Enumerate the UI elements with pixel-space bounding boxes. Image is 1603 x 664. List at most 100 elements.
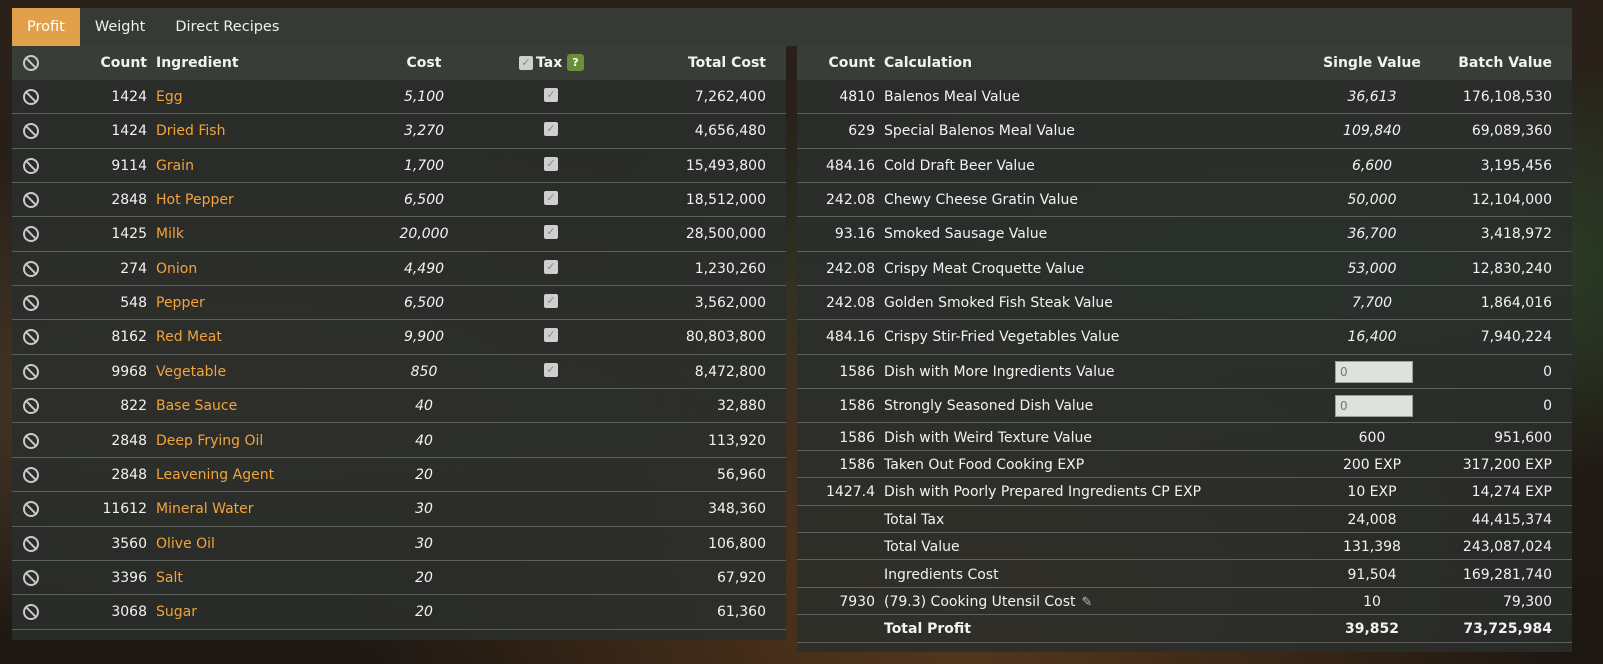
ingredient-name[interactable]: Red Meat: [156, 330, 222, 344]
calc-single-value[interactable]: 36,613: [1307, 90, 1437, 104]
ingredient-name[interactable]: Olive Oil: [156, 537, 215, 551]
tax-checkbox[interactable]: ✓: [544, 362, 558, 377]
calc-row: Ingredients Cost 91,504 169,281,740: [797, 561, 1572, 588]
ingredient-row: 822 Base Sauce 40 32,880: [12, 389, 786, 424]
ban-icon[interactable]: [23, 501, 39, 518]
ingredient-cost[interactable]: 30: [384, 502, 464, 516]
calc-row: 1427.4 Dish with Poorly Prepared Ingredie…: [797, 478, 1572, 506]
calc-row: 629 Special Balenos Meal Value 109,840 69,0…: [797, 114, 1572, 149]
ban-icon[interactable]: [23, 157, 39, 174]
ingredient-total-cost: 113,920: [708, 432, 766, 449]
ingredient-name[interactable]: Vegetable: [156, 365, 226, 379]
ingredient-cost[interactable]: 1,700: [384, 159, 464, 173]
calc-single-value[interactable]: 109,840: [1307, 124, 1437, 138]
tax-checkbox[interactable]: ✓: [544, 328, 558, 343]
tax-help-icon[interactable]: ?: [567, 54, 584, 71]
ingredient-cost[interactable]: 6,500: [384, 193, 464, 207]
calc-single-value: 10 EXP: [1347, 484, 1397, 501]
tax-checkbox[interactable]: ✓: [544, 294, 558, 309]
calc-single-value[interactable]: 16,400: [1307, 330, 1437, 344]
tab-profit[interactable]: Profit: [12, 8, 80, 46]
tax-checkbox[interactable]: ✓: [544, 156, 558, 171]
ban-icon[interactable]: [23, 398, 39, 415]
ban-icon[interactable]: [23, 535, 39, 552]
ingredient-name[interactable]: Base Sauce: [156, 399, 237, 413]
tax-checkbox[interactable]: ✓: [544, 191, 558, 206]
tab-weight[interactable]: Weight: [80, 8, 161, 46]
calc-batch-value: 0: [1543, 363, 1552, 380]
ingredient-cost[interactable]: 20: [384, 468, 464, 482]
tax-checkbox[interactable]: ✓: [544, 122, 558, 137]
ban-icon[interactable]: [23, 329, 39, 346]
ingredient-cost[interactable]: 9,900: [384, 330, 464, 344]
ingredient-name[interactable]: Mineral Water: [156, 502, 254, 516]
calc-single-value-input[interactable]: [1335, 360, 1413, 383]
calc-name: Dish with Weird Texture Value: [884, 431, 1092, 445]
ban-icon[interactable]: [23, 260, 39, 277]
ingredient-cost[interactable]: 5,100: [384, 90, 464, 104]
ingredient-cost[interactable]: 20: [384, 605, 464, 619]
tax-checkbox[interactable]: ✓: [544, 88, 558, 102]
tax-checkbox[interactable]: ✓: [544, 225, 558, 240]
ban-icon[interactable]: [23, 363, 39, 380]
calc-count: 629: [848, 123, 875, 140]
ban-icon[interactable]: [23, 123, 39, 140]
calc-single-value: 39,852: [1344, 621, 1400, 638]
calc-single-value[interactable]: 36,700: [1307, 227, 1437, 241]
ingredient-cost[interactable]: 20: [384, 571, 464, 585]
calc-single-value[interactable]: 50,000: [1307, 193, 1437, 207]
ingredient-cost[interactable]: 20,000: [384, 227, 464, 241]
ingredient-count: 3396: [111, 569, 147, 586]
ban-all-icon[interactable]: [23, 55, 39, 71]
tab-direct-recipes[interactable]: Direct Recipes: [160, 8, 294, 46]
ingredient-name[interactable]: Pepper: [156, 296, 205, 310]
ingredient-total-cost: 28,500,000: [685, 226, 766, 243]
ingredient-row: 9968 Vegetable 850 ✓ 8,472,800: [12, 355, 786, 390]
ingredient-cost[interactable]: 4,490: [384, 262, 464, 276]
tax-all-checkbox[interactable]: ✓: [519, 56, 533, 70]
calc-name: Crispy Meat Croquette Value: [884, 260, 1085, 277]
ingredient-cost[interactable]: 6,500: [384, 296, 464, 310]
ingredient-cost[interactable]: 3,270: [384, 124, 464, 138]
calc-single-value-input[interactable]: [1335, 395, 1413, 418]
ingredient-cost[interactable]: 850: [384, 365, 464, 379]
calc-count: 242.08: [826, 192, 875, 209]
ban-icon[interactable]: [23, 466, 39, 483]
calc-single-value[interactable]: 53,000: [1307, 262, 1437, 276]
ingredient-cost[interactable]: 40: [384, 399, 464, 413]
ingredient-name[interactable]: Dried Fish: [156, 124, 225, 138]
ingredient-name[interactable]: Sugar: [156, 605, 197, 619]
ban-icon[interactable]: [23, 569, 39, 586]
calc-single-value[interactable]: 6,600: [1307, 159, 1437, 173]
header-batch-value: Batch Value: [1458, 55, 1552, 71]
calc-batch-value: 69,089,360: [1471, 123, 1552, 140]
ban-icon[interactable]: [23, 226, 39, 243]
ingredient-name[interactable]: Onion: [156, 262, 197, 276]
ingredient-total-cost: 15,493,800: [685, 157, 766, 174]
ingredient-name[interactable]: Salt: [156, 571, 183, 585]
ban-icon[interactable]: [23, 89, 39, 105]
ingredient-name[interactable]: Milk: [156, 227, 184, 241]
ban-icon[interactable]: [23, 295, 39, 312]
ingredient-name[interactable]: Grain: [156, 159, 194, 173]
tax-checkbox[interactable]: ✓: [544, 259, 558, 274]
ingredient-cost[interactable]: 30: [384, 537, 464, 551]
calc-row: 4810 Balenos Meal Value 36,613 176,108,530: [797, 80, 1572, 115]
edit-pencil-icon[interactable]: ✎: [1082, 596, 1093, 609]
calc-single-value: 91,504: [1347, 566, 1397, 583]
calc-input-row: 1586 Strongly Seasoned Dish Value 0: [797, 389, 1572, 424]
ingredient-name[interactable]: Deep Frying Oil: [156, 434, 263, 448]
ingredient-name[interactable]: Egg: [156, 90, 183, 104]
ban-icon[interactable]: [23, 604, 39, 621]
ingredient-name[interactable]: Leavening Agent: [156, 468, 274, 482]
ban-icon[interactable]: [23, 432, 39, 449]
ingredient-name[interactable]: Hot Pepper: [156, 193, 234, 207]
ingredient-cost[interactable]: 40: [384, 434, 464, 448]
calc-name: Dish with Poorly Prepared Ingredients CP…: [884, 485, 1201, 499]
ban-icon[interactable]: [23, 192, 39, 209]
ingredient-row: 1424 Dried Fish 3,270 ✓ 4,656,480: [12, 114, 786, 149]
calc-row: 242.08 Chewy Cheese Gratin Value 50,000 12,…: [797, 183, 1572, 218]
calc-name-label: Taken Out Food Cooking EXP: [884, 456, 1085, 473]
calc-batch-value: 243,087,024: [1462, 539, 1552, 556]
calc-single-value[interactable]: 7,700: [1307, 296, 1437, 310]
